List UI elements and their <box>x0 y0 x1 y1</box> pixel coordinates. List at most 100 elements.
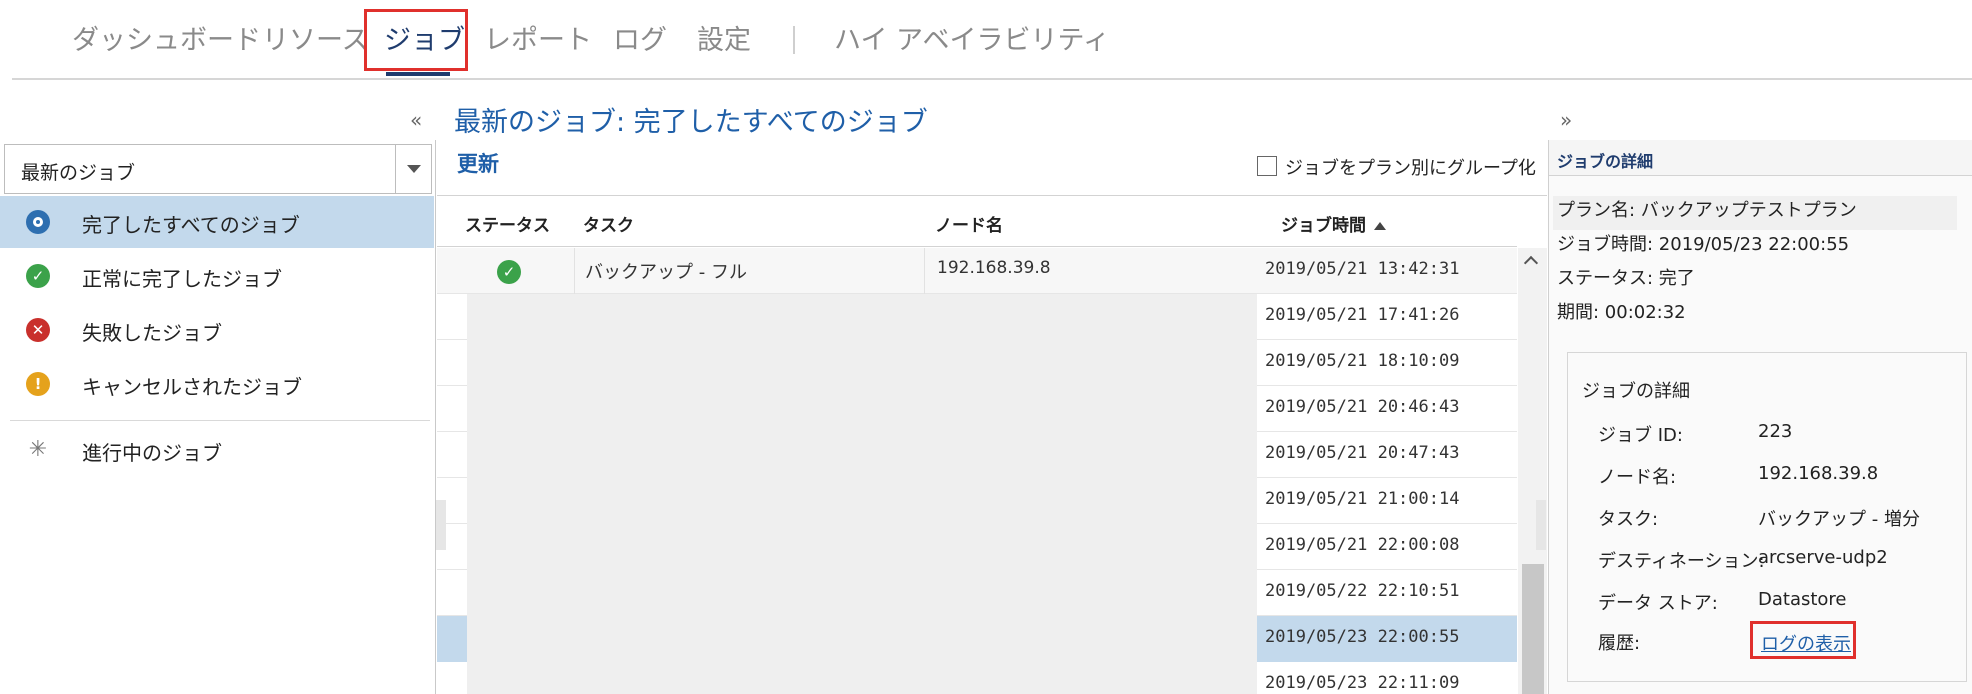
top-navigation: ダッシュボード リソース ジョブ レポート ログ 設定 ハイ アベイラビリティ <box>0 0 1972 80</box>
filter-label: 進行中のジョブ <box>82 441 222 465</box>
cell-job-time-text: 2019/05/23 22:11:09 <box>1265 673 1460 693</box>
cell-job-time: 2019/05/23 22:11:09 <box>1257 662 1517 694</box>
cell-job-time: 2019/05/21 21:00:14 <box>1257 478 1517 524</box>
row-stub <box>437 294 467 340</box>
tab-resources[interactable]: リソース <box>262 18 369 57</box>
job-details-header-title: ジョブの詳細 <box>1557 152 1654 171</box>
left-splitter-handle[interactable] <box>436 500 446 550</box>
column-header-job-time-label: ジョブ時間 <box>1281 216 1366 236</box>
nav-separator <box>793 26 795 54</box>
detail-row-task: タスク: バックアップ - 増分 <box>1598 505 1968 545</box>
cell-node: 192.168.39.8 <box>937 258 1051 278</box>
filter-active-jobs[interactable]: ✳ 進行中のジョブ <box>0 424 434 476</box>
refresh-button[interactable]: 更新 <box>457 148 499 178</box>
column-header-node[interactable]: ノード名 <box>935 211 1003 236</box>
right-splitter-handle[interactable] <box>1536 500 1546 550</box>
collapse-right-panel-icon[interactable]: » <box>1560 108 1572 132</box>
active-tab-underline <box>386 72 450 76</box>
filter-canceled-jobs[interactable]: ! キャンセルされたジョブ <box>0 358 434 410</box>
failed-icon: ✕ <box>26 318 50 342</box>
all-jobs-icon <box>26 210 50 234</box>
filter-label: 完了したすべてのジョブ <box>82 213 300 237</box>
detail-row-job-id: ジョブ ID: 223 <box>1598 421 1968 461</box>
warning-icon: ! <box>26 372 50 396</box>
cell-job-time: 2019/05/23 22:00:55 <box>1257 616 1517 662</box>
detail-value: 223 <box>1758 421 1793 442</box>
job-view-select-toggle[interactable] <box>395 145 431 193</box>
detail-row-destination: デスティネーション: arcserve-udp2 <box>1598 547 1968 587</box>
filter-separator <box>10 420 430 421</box>
job-filter-panel: 最新のジョブ 完了したすべてのジョブ ✓ 正常に完了したジョブ ✕ 失敗したジョ… <box>0 140 436 694</box>
tab-dashboard[interactable]: ダッシュボード <box>72 18 261 57</box>
summary-plan: プラン名: バックアップテストプラン <box>1553 196 1957 230</box>
grid-header: ステータス タスク ノード名 ジョブ時間 <box>437 197 1517 247</box>
view-log-highlight: ログの表示 <box>1750 621 1856 659</box>
detail-value: Datastore <box>1758 589 1847 610</box>
filter-label: キャンセルされたジョブ <box>82 375 302 399</box>
job-details-box: ジョブの詳細 ジョブ ID: 223 ノード名: 192.168.39.8 タスク:… <box>1567 352 1967 682</box>
cell-job-time-text: 2019/05/22 22:10:51 <box>1265 581 1460 601</box>
job-view-select-value: 最新のジョブ <box>21 162 136 184</box>
scrollbar-thumb[interactable] <box>1522 564 1544 694</box>
job-summary: プラン名: バックアップテストプラン ジョブ時間: 2019/05/23 22:… <box>1553 196 1957 332</box>
cell-job-time-text: 2019/05/21 20:47:43 <box>1265 443 1460 463</box>
detail-key: タスク: <box>1598 509 1659 530</box>
jobs-grid-panel: 更新 ジョブをプラン別にグループ化 ステータス タスク ノード名 ジョブ時間 ✓… <box>437 140 1547 694</box>
column-divider <box>574 248 575 294</box>
detail-row-node: ノード名: 192.168.39.8 <box>1598 463 1968 503</box>
cell-job-time: 2019/05/21 18:10:09 <box>1257 340 1517 386</box>
filter-failed-jobs[interactable]: ✕ 失敗したジョブ <box>0 304 434 356</box>
scroll-up-icon[interactable] <box>1523 255 1539 271</box>
nav-divider <box>12 78 1972 80</box>
active-tab-highlight <box>364 9 468 71</box>
job-view-select[interactable]: 最新のジョブ <box>4 144 432 194</box>
cell-job-time: 2019/05/21 17:41:26 <box>1257 294 1517 340</box>
cell-job-time-text: 2019/05/21 13:42:31 <box>1265 259 1460 279</box>
grid-toolbar: 更新 ジョブをプラン別にグループ化 <box>437 140 1547 196</box>
cell-job-time: 2019/05/22 22:10:51 <box>1257 570 1517 616</box>
filter-successful-jobs[interactable]: ✓ 正常に完了したジョブ <box>0 250 434 302</box>
cell-job-time-text: 2019/05/21 21:00:14 <box>1265 489 1460 509</box>
group-by-plan-checkbox[interactable] <box>1257 156 1277 176</box>
column-divider <box>924 248 925 294</box>
redacted-area <box>467 294 1257 694</box>
cell-job-time: 2019/05/21 20:46:43 <box>1257 386 1517 432</box>
detail-value: arcserve-udp2 <box>1758 547 1888 568</box>
column-header-job-time[interactable]: ジョブ時間 <box>1281 211 1386 236</box>
cell-job-time: 2019/05/21 13:42:31 <box>1257 248 1517 294</box>
tab-reports[interactable]: レポート <box>484 18 592 57</box>
summary-job-time: ジョブ時間: 2019/05/23 22:00:55 <box>1557 234 1850 255</box>
row-stub <box>437 570 467 616</box>
detail-key: データ ストア: <box>1598 593 1718 614</box>
summary-status: ステータス: 完了 <box>1557 268 1695 289</box>
row-stub <box>437 386 467 432</box>
chevron-down-icon <box>407 165 421 173</box>
details-box-title: ジョブの詳細 <box>1582 381 1690 402</box>
cell-job-time-text: 2019/05/21 17:41:26 <box>1265 305 1460 325</box>
detail-key: 履歴: <box>1598 633 1641 654</box>
filter-all-completed-jobs[interactable]: 完了したすべてのジョブ <box>0 196 434 248</box>
detail-key: ジョブ ID: <box>1598 425 1683 446</box>
row-stub <box>437 432 467 478</box>
filter-label: 正常に完了したジョブ <box>82 267 282 291</box>
view-log-link[interactable]: ログの表示 <box>1761 630 1851 656</box>
tab-high-availability[interactable]: ハイ アベイラビリティ <box>834 18 1110 57</box>
row-stub <box>437 662 467 694</box>
cell-job-time: 2019/05/21 20:47:43 <box>1257 432 1517 478</box>
table-row[interactable]: ✓ バックアップ - フル 192.168.39.8 2019/05/21 13… <box>437 248 1517 294</box>
job-details-panel: ジョブの詳細 プラン名: バックアップテストプラン ジョブ時間: 2019/05… <box>1548 140 1972 694</box>
summary-duration: 期間: 00:02:32 <box>1557 302 1686 323</box>
column-header-status[interactable]: ステータス <box>465 211 550 236</box>
grid-scrollbar[interactable] <box>1518 248 1547 694</box>
job-details-header: ジョブの詳細 <box>1549 140 1972 176</box>
column-header-task[interactable]: タスク <box>583 211 634 236</box>
tab-logs[interactable]: ログ <box>613 18 667 57</box>
tab-settings[interactable]: 設定 <box>697 18 751 57</box>
collapse-left-panel-icon[interactable]: « <box>410 108 422 132</box>
detail-key: ノード名: <box>1598 467 1677 488</box>
detail-key: デスティネーション: <box>1598 551 1765 572</box>
row-stub <box>437 616 467 662</box>
spinner-icon: ✳ <box>28 437 48 462</box>
cell-job-time-text: 2019/05/21 22:00:08 <box>1265 535 1460 555</box>
cell-job-time-text: 2019/05/21 18:10:09 <box>1265 351 1460 371</box>
